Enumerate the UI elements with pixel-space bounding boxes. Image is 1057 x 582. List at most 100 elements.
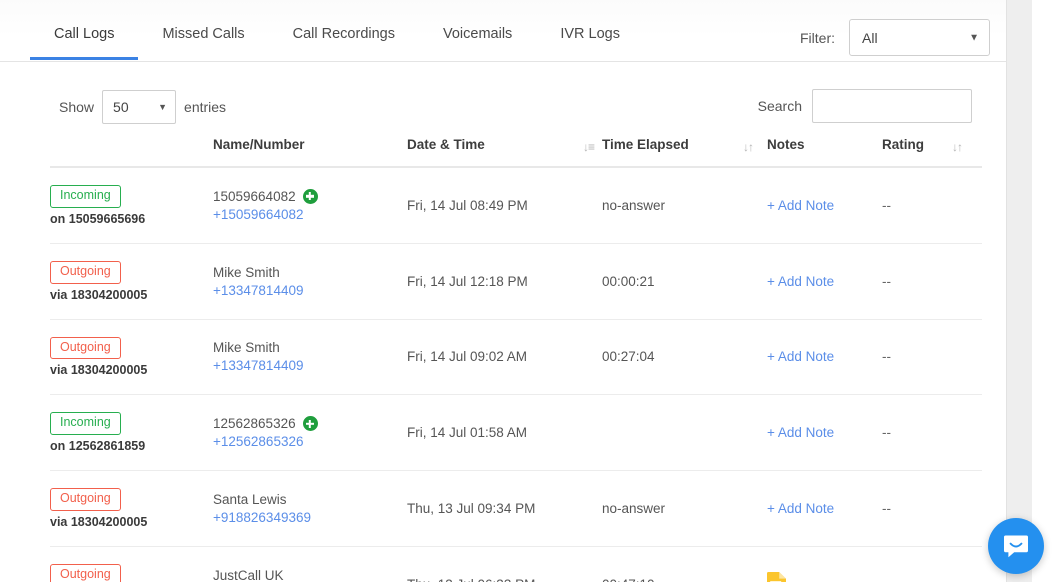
via-number: via 18304200005 [50,288,213,302]
cell-name-number: Mike Smith +13347814409 [213,319,407,395]
cell-name-number: 15059664082 +15059664082 [213,167,407,243]
sort-toggle-icon[interactable]: ↓↑ [952,141,962,153]
show-label: Show [59,99,94,115]
contact-name: 15059664082 [213,189,296,204]
cell-rating: -- [882,243,982,319]
tab-call-logs[interactable]: Call Logs [30,0,138,60]
cell-direction: Outgoing via 18304200005 [50,319,213,395]
table-row[interactable]: Outgoingvia 18304200005Mike Smith+133478… [50,243,982,319]
header-name-number: Name/Number [213,137,407,167]
contact-name-row: Santa Lewis [213,492,407,507]
show-entries-control: Show 50 ▼ entries [59,90,226,124]
contact-name: Mike Smith [213,340,280,355]
tab-list: Call LogsMissed CallsCall RecordingsVoic… [30,0,644,61]
cell-date-time: Fri, 14 Jul 08:49 PM [407,167,602,243]
header-rating-label: Rating [882,137,924,152]
tab-missed-calls[interactable]: Missed Calls [138,0,268,60]
sort-descending-icon[interactable]: ↓≡ [583,141,594,153]
add-contact-icon[interactable] [303,189,318,204]
search-control: Search [758,89,972,123]
direction-badge: Outgoing [50,337,121,360]
filter-select-value: All [862,30,878,46]
phone-number-link[interactable]: +918826349369 [213,510,407,525]
cell-time-elapsed: 00:00:21 [602,243,767,319]
contact-name: Santa Lewis [213,492,287,507]
page-scrollbar[interactable] [1006,0,1032,582]
tab-voicemails[interactable]: Voicemails [419,0,536,60]
cell-name-number: Santa Lewis +918826349369 [213,471,407,547]
note-document-icon[interactable] [767,572,786,582]
cell-time-elapsed: 00:27:04 [602,319,767,395]
cell-rating: -- [882,395,982,471]
contact-name-row: JustCall UK [213,568,407,582]
cell-notes: + Add Note [767,243,882,319]
cell-notes: + Add Note [767,167,882,243]
table-head: Name/Number Date & Time ↓≡ Time Elapsed … [50,137,982,167]
header-date-time-label: Date & Time [407,137,485,152]
cell-date-time: Fri, 14 Jul 12:18 PM [407,243,602,319]
chat-bubble-icon [1002,532,1030,560]
contact-name: Mike Smith [213,265,280,280]
contact-name-row: Mike Smith [213,265,407,280]
sort-toggle-icon[interactable]: ↓↑ [743,141,753,153]
direction-badge: Outgoing [50,564,121,582]
via-number: via 18304200005 [50,515,213,529]
direction-badge: Incoming [50,412,121,435]
phone-number-link[interactable]: +13347814409 [213,358,407,373]
cell-time-elapsed: 00:47:10 [602,546,767,582]
add-note-link[interactable]: + Add Note [767,198,834,213]
entries-label: entries [184,99,226,115]
table-header-row: Name/Number Date & Time ↓≡ Time Elapsed … [50,137,982,167]
tab-bar: Call LogsMissed CallsCall RecordingsVoic… [0,0,1032,62]
cell-notes: + Add Note [767,319,882,395]
add-note-link[interactable]: + Add Note [767,425,834,440]
contact-name-row: 15059664082 [213,189,407,204]
cell-name-number: 12562865326 +12562865326 [213,395,407,471]
header-time-elapsed[interactable]: Time Elapsed ↓↑ [602,137,767,167]
tab-call-recordings[interactable]: Call Recordings [269,0,419,60]
cell-rating: -- [882,471,982,547]
rating-value: -- [882,198,891,213]
search-input[interactable] [812,89,972,123]
cell-date-time: Fri, 14 Jul 01:58 AM [407,395,602,471]
via-number: on 15059665696 [50,212,213,226]
table-row[interactable]: Outgoing via 18304200005Santa Lewis +91882… [50,471,982,547]
contact-name-row: 12562865326 [213,416,407,431]
cell-time-elapsed: no-answer [602,471,767,547]
chat-launcher-button[interactable] [988,518,1044,574]
table-row[interactable]: Outgoing via 18304200005Mike Smith +133478… [50,319,982,395]
phone-number-link[interactable]: +13347814409 [213,283,407,298]
table-body: Incoming on 1505966569615059664082 +150596… [50,167,982,582]
table-row[interactable]: Outgoingvia 18304200005JustCall UK+44333… [50,546,982,582]
add-note-link[interactable]: + Add Note [767,501,834,516]
cell-date-time: Thu, 13 Jul 06:33 PM [407,546,602,582]
direction-badge: Outgoing [50,488,121,511]
rating-value: -- [882,274,891,289]
cell-date-time: Fri, 14 Jul 09:02 AM [407,319,602,395]
header-rating[interactable]: Rating ↓↑ [882,137,982,167]
rating-value: -- [882,425,891,440]
add-note-link[interactable]: + Add Note [767,349,834,364]
cell-date-time: Thu, 13 Jul 09:34 PM [407,471,602,547]
header-date-time[interactable]: Date & Time ↓≡ [407,137,602,167]
tab-ivr-logs[interactable]: IVR Logs [536,0,644,60]
cell-notes [767,546,882,582]
via-number: via 18304200005 [50,363,213,377]
add-contact-icon[interactable] [303,416,318,431]
header-notes: Notes [767,137,882,167]
filter-select[interactable]: All ▼ [849,19,990,56]
cell-notes: + Add Note [767,395,882,471]
cell-name-number: Mike Smith +13347814409 [213,243,407,319]
table-row[interactable]: Incomingon 1505966569615059664082+150596… [50,167,982,243]
rating-value: -- [882,577,891,582]
filter-control: Filter: All ▼ [800,19,990,56]
entries-select[interactable]: 50 ▼ [102,90,176,124]
call-logs-table: Name/Number Date & Time ↓≡ Time Elapsed … [50,137,982,582]
add-note-link[interactable]: + Add Note [767,274,834,289]
rating-value: -- [882,501,891,516]
table-row[interactable]: Incomingon 1256286185912562865326+125628… [50,395,982,471]
phone-number-link[interactable]: +12562865326 [213,434,407,449]
search-label: Search [758,98,802,114]
phone-number-link[interactable]: +15059664082 [213,207,407,222]
contact-name: 12562865326 [213,416,296,431]
